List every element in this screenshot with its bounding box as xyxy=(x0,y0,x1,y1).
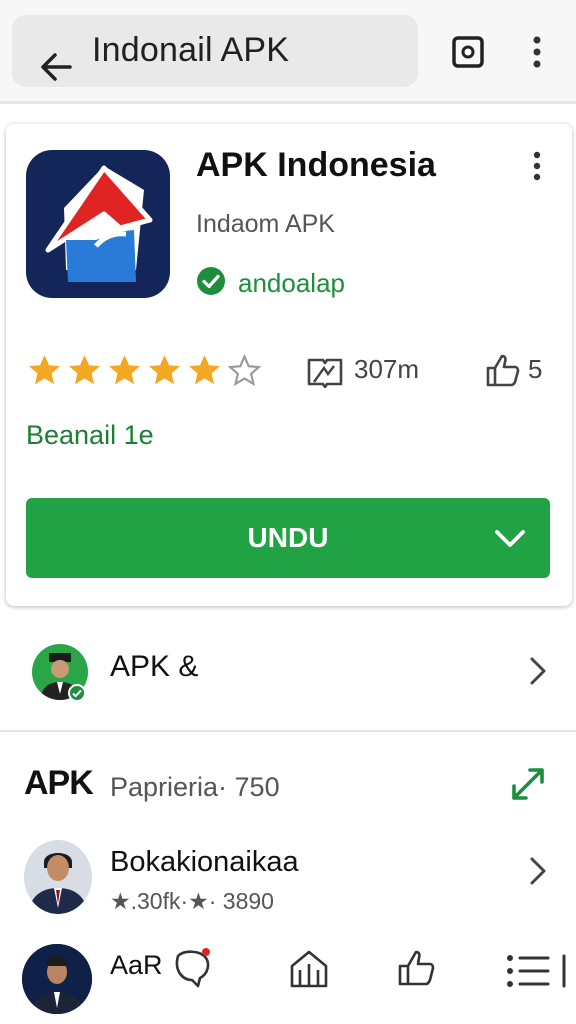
home-icon[interactable] xyxy=(288,948,330,990)
rating-stars xyxy=(26,352,263,392)
row-label: AaR xyxy=(110,950,163,980)
star-icon xyxy=(29,355,60,385)
star-icon xyxy=(109,355,140,385)
avatar xyxy=(24,840,92,914)
verified-check-icon xyxy=(197,267,225,295)
row-meta: ★.30fk·★· 3890 xyxy=(110,888,274,914)
book-icon xyxy=(307,358,343,388)
search-box[interactable]: Indonail APK xyxy=(12,15,418,87)
star-outline-icon xyxy=(227,353,262,387)
search-query[interactable]: Indonail APK xyxy=(92,31,289,70)
star-icon xyxy=(69,355,100,385)
chevron-down-icon[interactable] xyxy=(494,524,526,552)
chevron-right-icon[interactable] xyxy=(528,856,548,886)
app-title: APK Indonesia xyxy=(196,146,436,184)
open-external-icon[interactable] xyxy=(450,34,486,70)
section-subtitle: Paprieria· 750 xyxy=(110,772,280,802)
back-arrow-icon[interactable] xyxy=(38,49,74,85)
thumbs-up-icon[interactable] xyxy=(396,946,438,988)
top-bar: Indonail APK xyxy=(0,0,576,104)
expand-arrows-icon[interactable] xyxy=(508,766,548,802)
list-item[interactable]: APK & xyxy=(0,620,576,732)
likes-count: 5 xyxy=(528,354,543,384)
star-icon xyxy=(149,355,180,385)
chat-icon[interactable] xyxy=(172,946,214,988)
developer-name[interactable]: Indaom APK xyxy=(196,210,335,239)
list-icon[interactable] xyxy=(504,950,570,992)
sub-link[interactable]: Beanail 1e xyxy=(26,420,154,451)
avatar xyxy=(22,944,92,1014)
more-vert-icon[interactable] xyxy=(526,34,548,70)
install-button-label: UNDU xyxy=(247,522,329,553)
more-vert-icon[interactable] xyxy=(526,150,548,182)
app-card: APK Indonesia Indaom APK andoalap 307m 5… xyxy=(6,124,572,606)
row-label: APK & xyxy=(110,650,199,683)
downloads-count: 307m xyxy=(354,354,420,384)
chevron-right-icon[interactable] xyxy=(528,656,548,686)
app-logo-icon xyxy=(26,150,170,298)
thumbs-up-icon[interactable] xyxy=(484,352,522,388)
row-title: Bokakionaikaa xyxy=(110,846,299,878)
star-icon xyxy=(189,355,220,385)
section-title: APK xyxy=(24,764,94,802)
verified-label: andoalap xyxy=(238,268,345,298)
verified-check-icon xyxy=(68,684,86,702)
install-button[interactable]: UNDU xyxy=(26,498,550,578)
